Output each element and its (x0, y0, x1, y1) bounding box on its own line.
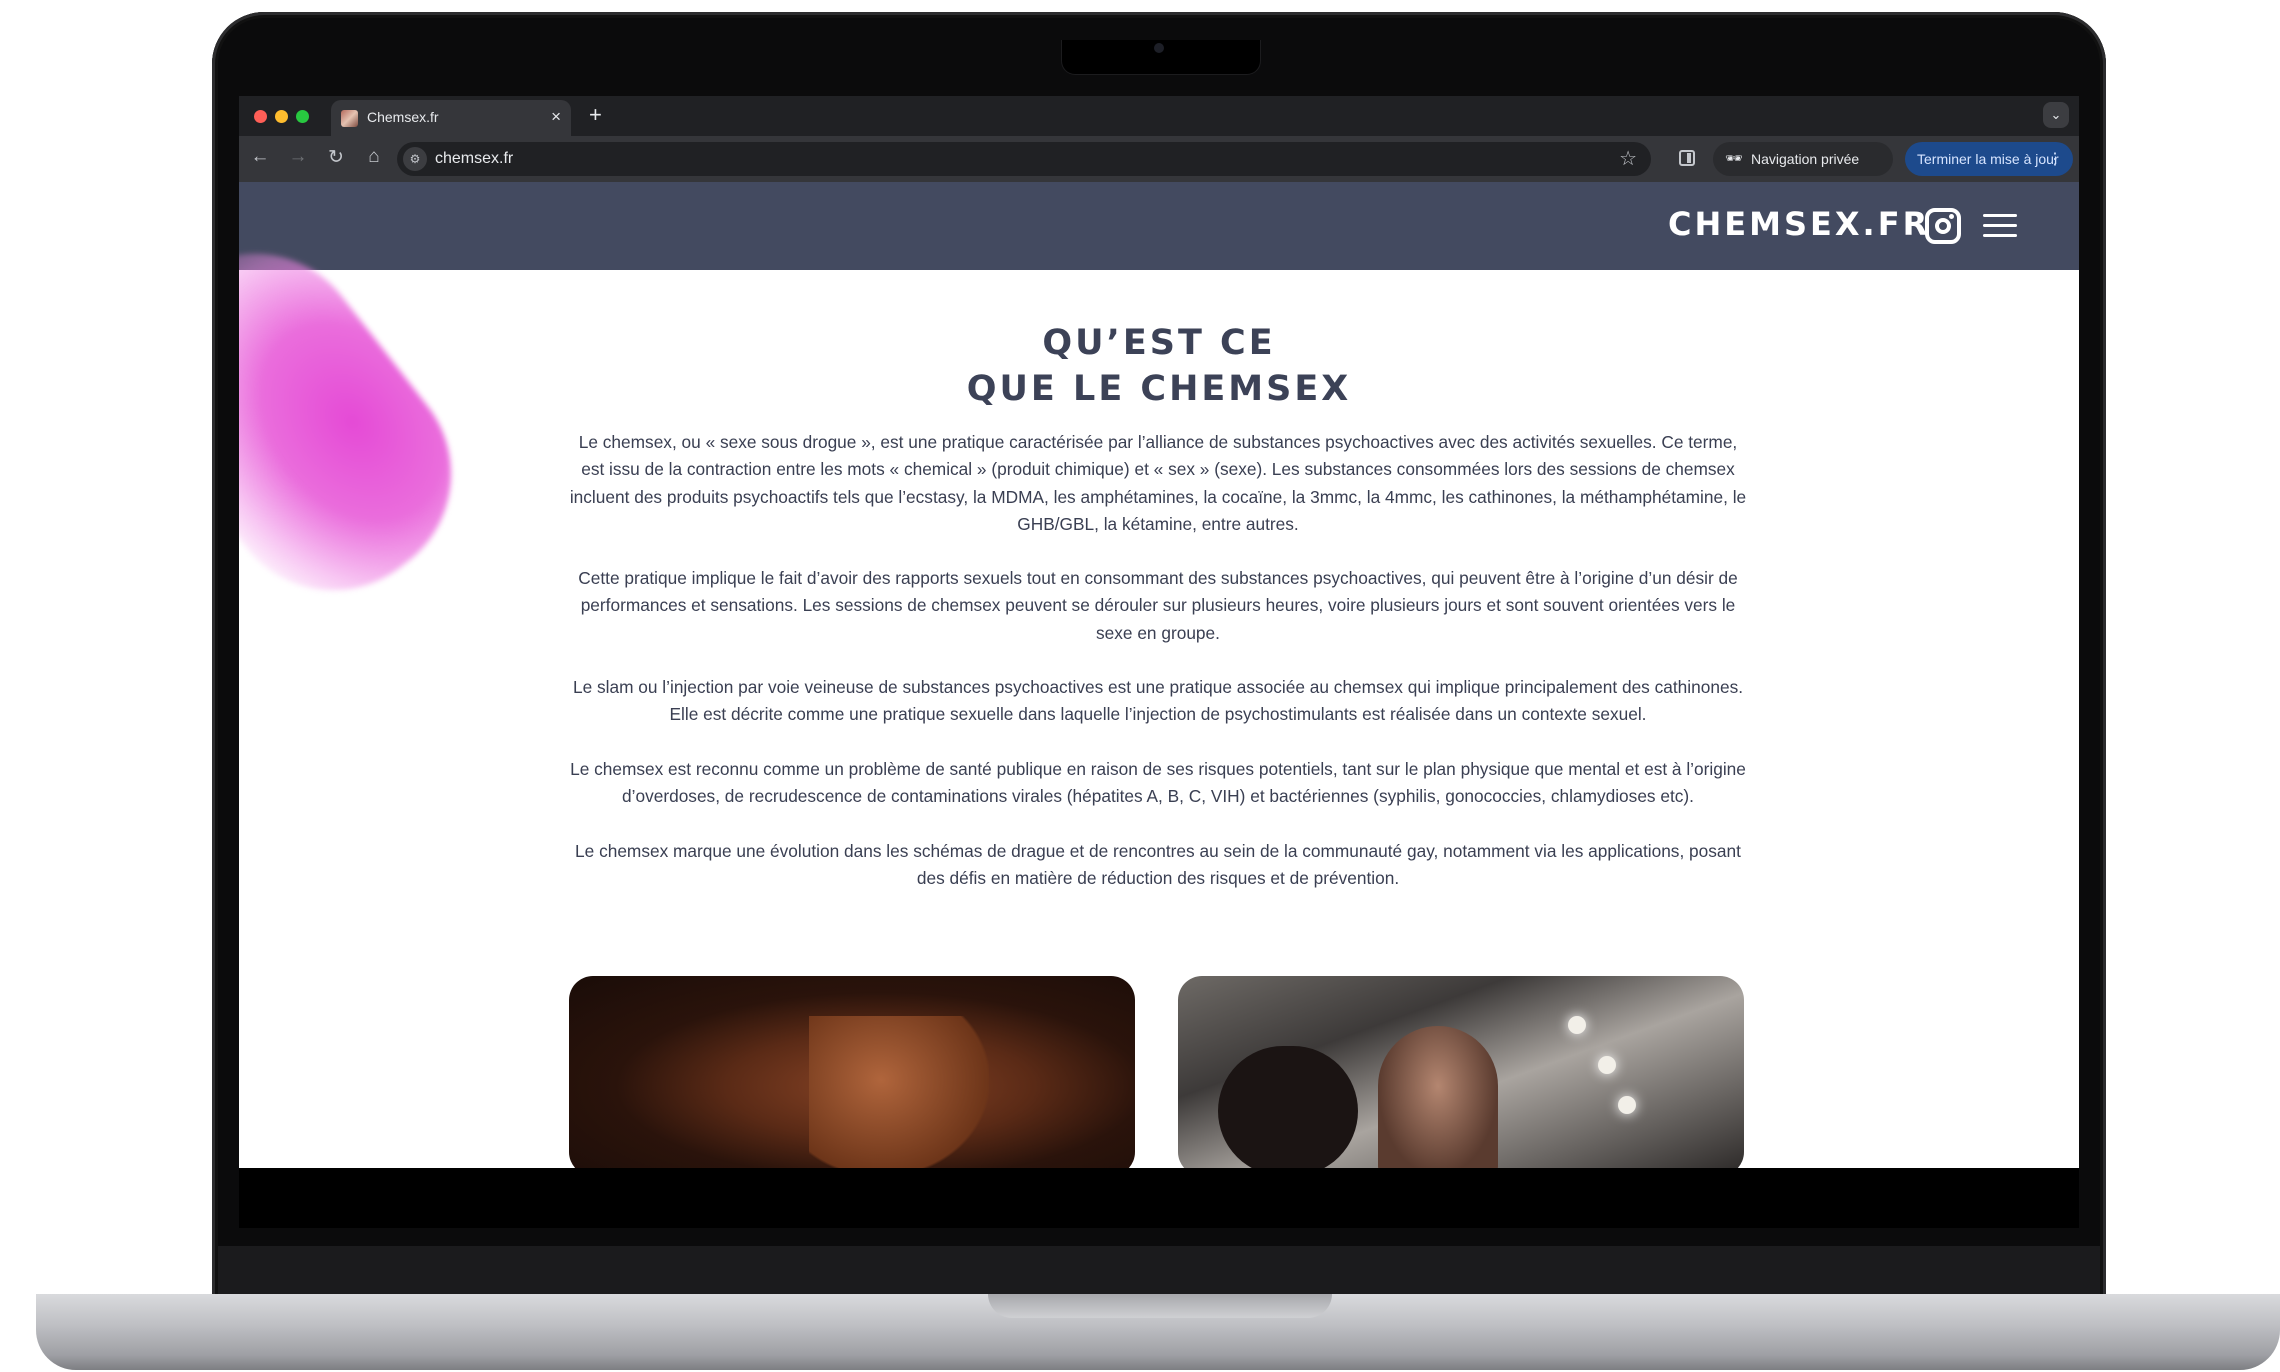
site-header: CHEMSEX.FR (239, 182, 2079, 270)
webcam (1154, 43, 1164, 53)
site-logo[interactable]: CHEMSEX.FR (1668, 205, 1930, 243)
update-label: Terminer la mise à jour (1917, 151, 2059, 167)
page-title: QU’EST CE QUE LE CHEMSEX (639, 320, 1679, 412)
paragraph-slam: Le slam ou l’injection par voie veineuse… (572, 677, 1744, 725)
photo-card-left[interactable] (569, 976, 1135, 1168)
finish-update-button[interactable]: Terminer la mise à jour ⋮ (1905, 142, 2073, 176)
star-icon[interactable]: ☆ (1619, 146, 1637, 171)
zoom-window-button[interactable] (296, 110, 309, 123)
paragraph-definition: Le chemsex, ou « sexe sous drogue », est… (569, 432, 1747, 534)
incognito-label: Navigation privée (1751, 151, 1860, 167)
url-text[interactable]: chemsex.fr (435, 150, 513, 168)
browser-toolbar: ← → ↻ ⌂ ⚙ chemsex.fr ☆ 🕶 Navigation priv… (239, 136, 2079, 182)
instagram-icon[interactable] (1925, 208, 1961, 244)
decorative-pink-blob (239, 209, 496, 635)
laptop-opening-groove (988, 1294, 1332, 1318)
close-tab-icon[interactable]: × (551, 107, 561, 127)
browser-tab[interactable]: Chemsex.fr × (331, 100, 571, 136)
close-window-button[interactable] (254, 110, 267, 123)
kebab-menu-icon[interactable]: ⋮ (2047, 149, 2063, 169)
tab-title: Chemsex.fr (367, 109, 439, 125)
new-tab-button[interactable]: + (589, 102, 602, 128)
forward-arrow-icon[interactable]: → (285, 146, 311, 168)
photo-card-right[interactable] (1178, 976, 1744, 1168)
tab-search-button[interactable]: ⌄ (2043, 102, 2069, 128)
browser-tab-bar: Chemsex.fr × + ⌄ (239, 96, 2079, 136)
minimize-window-button[interactable] (275, 110, 288, 123)
laptop-screen: Chemsex.fr × + ⌄ ← → ↻ ⌂ ⚙ chemsex.fr ☆ … (239, 96, 2079, 1228)
hamburger-menu-icon[interactable] (1983, 212, 2017, 240)
title-line-1: QU’EST CE (1042, 323, 1276, 363)
address-bar[interactable]: ⚙ chemsex.fr ☆ (397, 142, 1651, 176)
reload-icon[interactable]: ↻ (323, 146, 349, 169)
title-line-2: QUE LE CHEMSEX (966, 369, 1352, 409)
paragraph-practice: Cette pratique implique le fait d’avoir … (578, 568, 1738, 643)
web-page: CHEMSEX.FR QU’EST CE QUE LE CHEMSEX Le c… (239, 182, 2079, 1168)
site-info-icon[interactable]: ⚙ (403, 147, 427, 171)
paragraph-public-health: Le chemsex est reconnu comme un problème… (570, 759, 1746, 807)
paragraph-evolution: Le chemsex marque une évolution dans les… (575, 841, 1741, 889)
laptop-screen-chin (218, 1246, 2100, 1294)
home-icon[interactable]: ⌂ (361, 146, 387, 168)
side-panel-icon[interactable] (1679, 150, 1695, 166)
back-arrow-icon[interactable]: ← (247, 146, 273, 168)
favicon-icon (341, 110, 358, 127)
incognito-indicator[interactable]: 🕶 Navigation privée (1713, 142, 1893, 176)
incognito-icon: 🕶 (1725, 150, 1743, 166)
